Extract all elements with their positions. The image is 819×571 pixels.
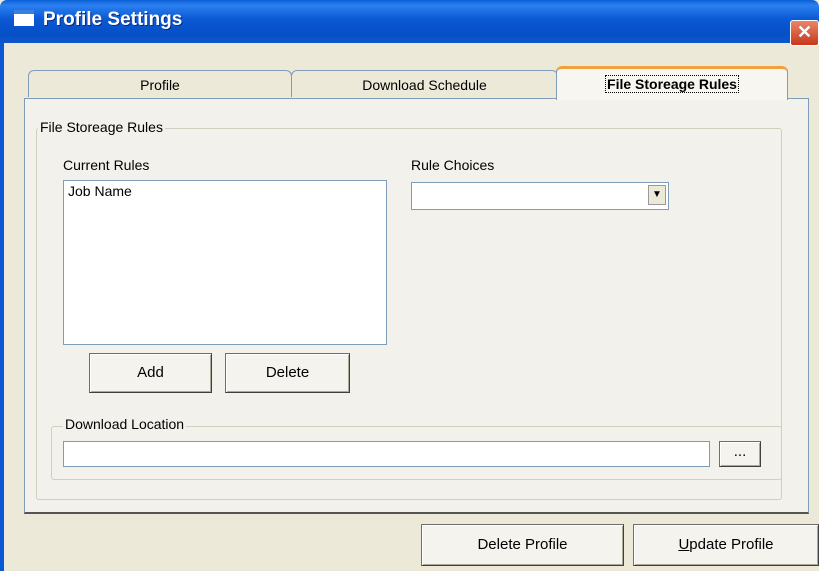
- window-icon: [14, 10, 34, 26]
- tab-download-schedule-label: Download Schedule: [362, 77, 487, 93]
- rule-choices-label: Rule Choices: [411, 157, 495, 173]
- download-location-input[interactable]: [63, 441, 710, 467]
- title-bar[interactable]: Profile Settings: [0, 0, 819, 43]
- close-button[interactable]: ✕: [790, 20, 819, 46]
- tab-download-schedule[interactable]: Download Schedule: [291, 70, 558, 97]
- rule-choices-dropdown[interactable]: ▼: [411, 182, 669, 210]
- delete-profile-button[interactable]: Delete Profile: [421, 524, 624, 566]
- tab-profile[interactable]: Profile: [28, 70, 292, 97]
- tab-file-storeage-rules[interactable]: File Storeage Rules: [556, 66, 788, 100]
- delete-button[interactable]: Delete: [225, 353, 350, 393]
- list-item[interactable]: Job Name: [68, 183, 382, 199]
- browse-button[interactable]: ...: [719, 441, 761, 467]
- tab-file-storeage-rules-label: File Storeage Rules: [605, 75, 739, 93]
- file-storeage-rules-legend: File Storeage Rules: [38, 119, 165, 135]
- download-location-legend: Download Location: [63, 416, 187, 432]
- tab-panel: File Storeage Rules Current Rules Job Na…: [24, 98, 809, 514]
- window-border: [0, 43, 4, 571]
- chevron-down-icon[interactable]: ▼: [648, 185, 666, 205]
- current-rules-label: Current Rules: [63, 157, 150, 173]
- update-profile-button[interactable]: Update Profile: [633, 524, 819, 566]
- tab-profile-label: Profile: [140, 77, 180, 93]
- current-rules-list[interactable]: Job Name: [63, 180, 387, 345]
- add-button[interactable]: Add: [89, 353, 212, 393]
- window-title: Profile Settings: [43, 9, 183, 30]
